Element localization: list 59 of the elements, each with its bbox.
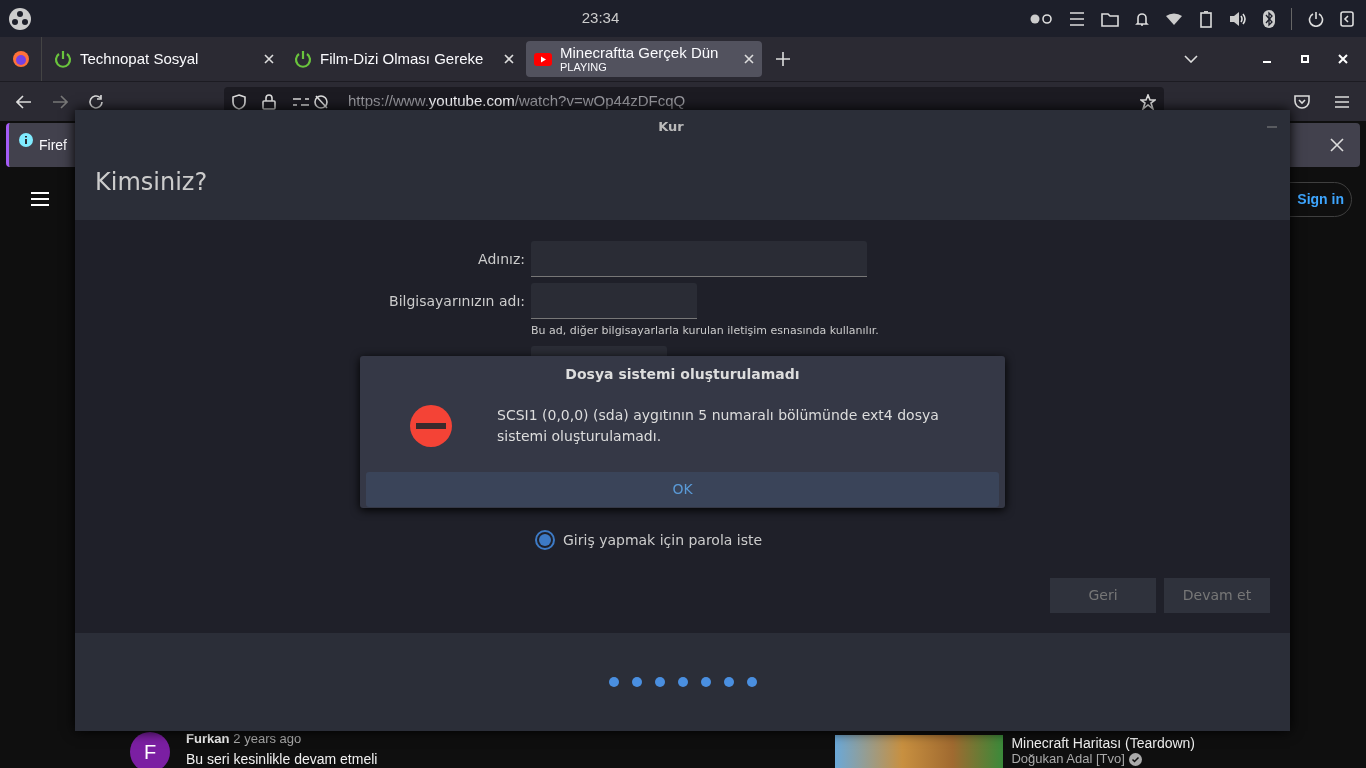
comment-time: 2 years ago: [233, 730, 302, 748]
field-label: Bilgisayarınızın adı:: [388, 291, 525, 311]
close-icon[interactable]: [264, 54, 274, 64]
power-icon[interactable]: [1308, 10, 1324, 27]
error-icon: [410, 405, 452, 447]
volume-icon[interactable]: [1229, 10, 1247, 27]
browser-logo-icon: [11, 50, 30, 68]
play-logo-icon: [534, 52, 552, 66]
field-label: Adınız:: [477, 249, 525, 269]
wifi-icon[interactable]: [1165, 11, 1183, 26]
menu-icon[interactable]: [1069, 10, 1085, 27]
tab-status: PLAYING: [560, 61, 608, 74]
browser-tab[interactable]: Film-Dizi Olması Gereke: [286, 41, 522, 77]
close-icon[interactable]: [504, 54, 514, 64]
channel-name: Doğukan Adal [Tvo]: [1011, 751, 1125, 767]
maximize-icon[interactable]: [1300, 54, 1310, 64]
hamburger-menu-icon[interactable]: [30, 191, 50, 207]
workspace-indicator-icon[interactable]: [1029, 12, 1053, 25]
battery-icon[interactable]: [1199, 9, 1213, 28]
bell-icon[interactable]: [1135, 10, 1149, 27]
avatar: F: [130, 732, 170, 768]
star-icon[interactable]: [1140, 93, 1156, 110]
close-icon[interactable]: [1330, 138, 1344, 152]
app-menu-icon[interactable]: [8, 6, 32, 31]
radio-button[interactable]: [535, 530, 555, 550]
radio-label: Giriş yapmak için parola iste: [563, 530, 763, 550]
browser-tab[interactable]: Technopat Sosyal: [46, 41, 282, 77]
window-title: Kur: [657, 118, 685, 137]
tab-title: Technopat Sosyal: [80, 50, 200, 68]
pocket-icon[interactable]: [1294, 93, 1310, 110]
reload-icon[interactable]: [88, 93, 104, 110]
new-tab-icon[interactable]: [776, 52, 790, 66]
comment-author: Furkan: [186, 730, 230, 748]
notification-text: Firef: [39, 135, 67, 155]
lock-icon: [262, 93, 276, 110]
text-field[interactable]: [531, 241, 867, 277]
menu-icon[interactable]: [1334, 94, 1350, 109]
collapse-panel-icon[interactable]: [1340, 10, 1354, 27]
page-heading: Kimsiniz?: [95, 167, 208, 198]
dialog-message: SCSI1 (0,0,0) (sda) aygıtının 5 numaralı bölümünde ext4 dosya sistemi oluşturulamadı.: [497, 406, 940, 446]
back-icon[interactable]: [16, 94, 32, 109]
power-icon: [294, 50, 312, 68]
video-title: Minecraft Haritası (Teardown): [1011, 735, 1196, 751]
text-field[interactable]: [531, 283, 697, 319]
chevron-down-icon[interactable]: [1184, 55, 1198, 63]
power-icon: [54, 50, 72, 68]
bluetooth-icon[interactable]: [1263, 9, 1275, 28]
comment-text: Bu seri kesinlikle devam etmeli: [186, 749, 378, 768]
forward-icon[interactable]: [52, 94, 68, 109]
field-hint: Bu ad, diğer bilgisayarlarla kurulan iletişim esnasında kullanılır.: [531, 323, 880, 339]
tab-title: Minecraftta Gerçek Dün: [560, 44, 720, 62]
info-icon: [19, 133, 33, 147]
folder-icon[interactable]: [1101, 10, 1119, 27]
progress-dots-icon: [608, 677, 757, 687]
shield-icon: [232, 93, 246, 110]
clock: 23:34: [580, 8, 621, 29]
browser-tab[interactable]: Minecraftta Gerçek Dün PLAYING: [526, 41, 762, 77]
tab-title: Film-Dizi Olması Gereke: [320, 50, 485, 68]
dialog-title: Dosya sistemi oluşturulamadı: [564, 365, 801, 384]
